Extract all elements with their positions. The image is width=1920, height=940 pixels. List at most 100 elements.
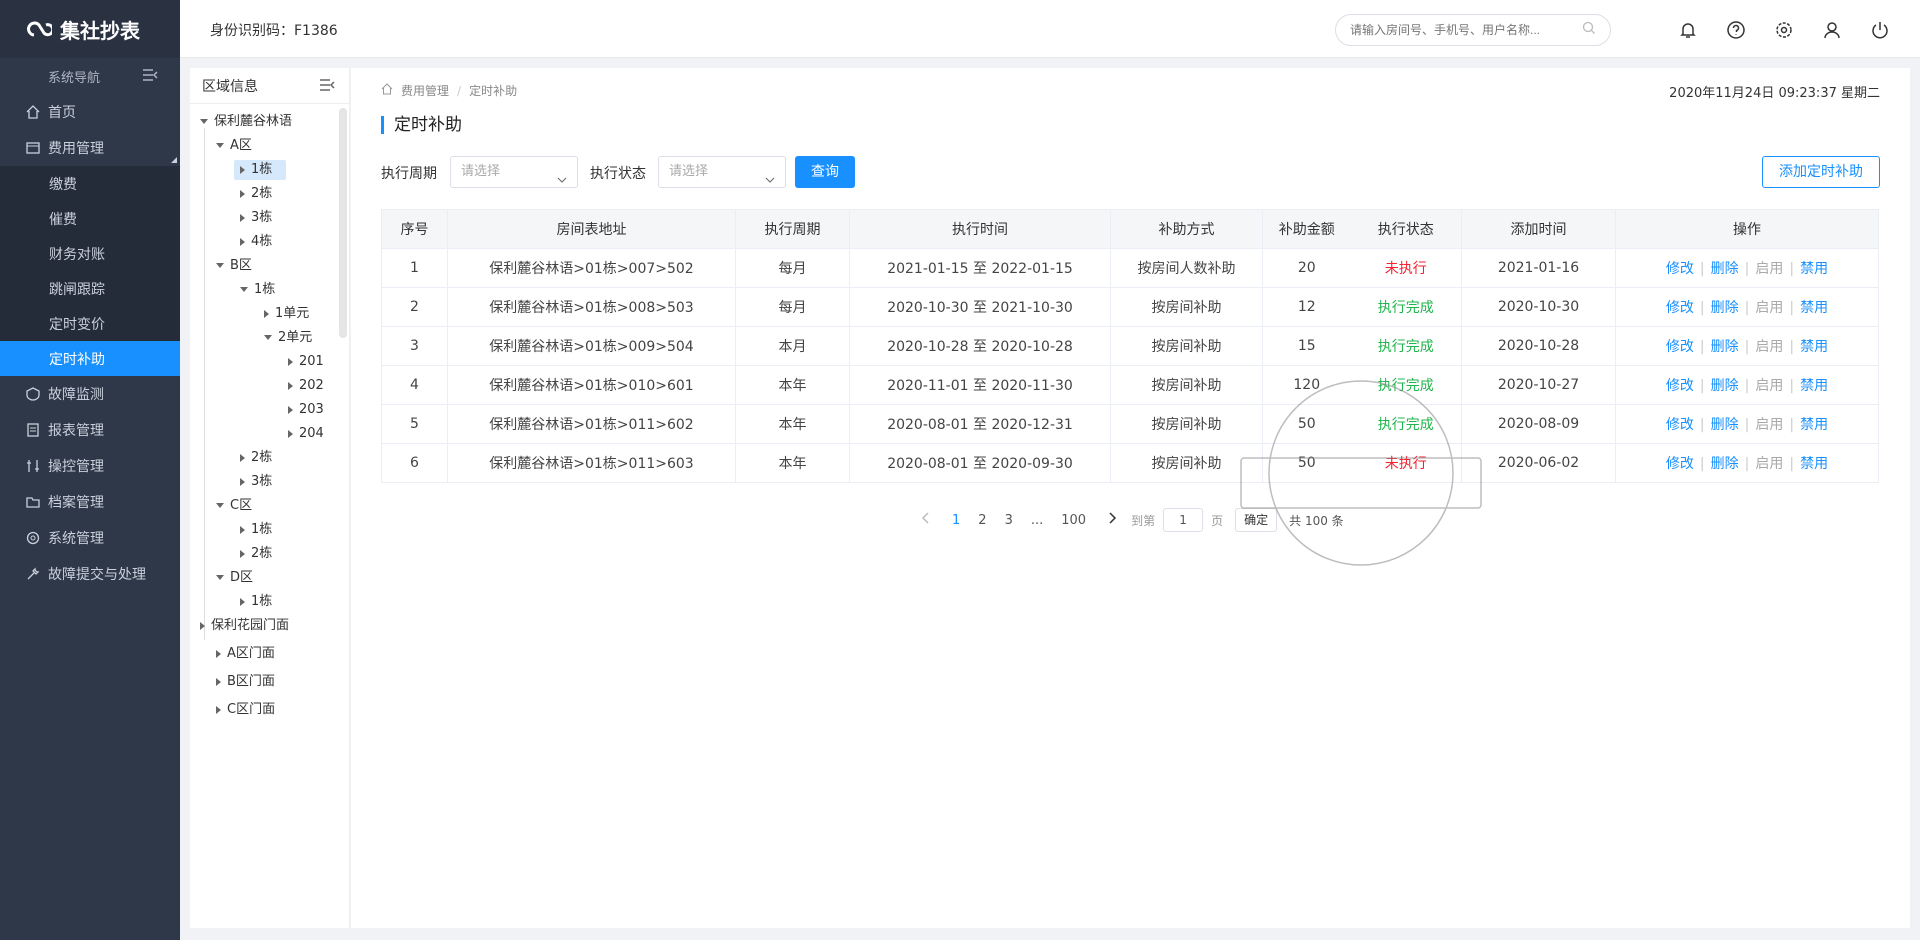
add-subsidy-button[interactable]: 添加定时补助 <box>1762 156 1880 188</box>
breadcrumb: 费用管理 / 定时补助 <box>381 82 517 99</box>
sidebar-item-control[interactable]: 操控管理 <box>0 448 180 484</box>
tree-node[interactable]: B区门面 <box>216 672 275 692</box>
tree-node[interactable]: 201 <box>288 352 324 372</box>
submenu-item-trip[interactable]: 跳闸跟踪 <box>0 271 180 306</box>
tree-node[interactable]: 2栋 <box>240 184 272 204</box>
edit-link[interactable]: 修改 <box>1666 261 1694 277</box>
tree-node[interactable]: 2栋 <box>240 544 272 564</box>
tree-node[interactable]: 1栋 <box>240 520 272 540</box>
enable-link[interactable]: 启用 <box>1755 300 1783 316</box>
enable-link[interactable]: 启用 <box>1755 339 1783 355</box>
edit-link[interactable]: 修改 <box>1666 417 1694 433</box>
delete-link[interactable]: 删除 <box>1711 378 1739 394</box>
page-number[interactable]: 3 <box>1005 513 1013 528</box>
status-select[interactable]: 请选择 <box>658 156 786 188</box>
tree-scrollbar[interactable] <box>339 108 347 338</box>
page-number[interactable]: 100 <box>1061 513 1086 528</box>
sidebar-item-home[interactable]: 首页 <box>0 94 180 130</box>
goto-confirm-button[interactable]: 确定 <box>1235 508 1278 532</box>
tree-node[interactable]: 1栋 <box>240 280 275 300</box>
table-cell: 2 <box>381 287 448 327</box>
tree-node[interactable]: 3栋 <box>240 208 272 228</box>
help-icon[interactable] <box>1726 20 1746 40</box>
sidebar-item-fee[interactable]: 费用管理 <box>0 130 180 166</box>
enable-link[interactable]: 启用 <box>1755 417 1783 433</box>
region-header: 区域信息 <box>190 68 349 104</box>
page-unit-label: 页 <box>1211 513 1224 528</box>
tree-node[interactable]: 4栋 <box>240 232 272 252</box>
disable-link[interactable]: 禁用 <box>1800 378 1828 394</box>
tree-node[interactable]: 保利麓谷林语 <box>200 112 292 132</box>
bell-icon[interactable] <box>1678 20 1698 40</box>
sidebar-item-fault-handling[interactable]: 故障提交与处理 <box>0 556 180 592</box>
tree-node[interactable]: B区 <box>216 256 252 276</box>
gear-icon[interactable] <box>1774 20 1794 40</box>
tree-node[interactable]: 203 <box>288 400 324 420</box>
disable-link[interactable]: 禁用 <box>1800 339 1828 355</box>
tree-node[interactable]: 1栋 <box>240 592 272 612</box>
submenu-item-urge[interactable]: 催费 <box>0 201 180 236</box>
edit-link[interactable]: 修改 <box>1666 378 1694 394</box>
enable-link[interactable]: 启用 <box>1755 378 1783 394</box>
tree-node[interactable]: 2单元 <box>264 328 312 348</box>
page-number[interactable]: 2 <box>978 513 986 528</box>
disable-link[interactable]: 禁用 <box>1800 300 1828 316</box>
submenu-item-pay[interactable]: 缴费 <box>0 166 180 201</box>
table-cell: 2020-08-01 至 2020-12-31 <box>849 404 1111 444</box>
tree-node[interactable]: C区门面 <box>216 700 275 720</box>
sidebar-item-label: 档案管理 <box>48 495 104 511</box>
tree-node[interactable]: 1单元 <box>264 304 309 324</box>
delete-link[interactable]: 删除 <box>1711 339 1739 355</box>
breadcrumb-item[interactable]: 费用管理 <box>401 82 449 99</box>
region-title: 区域信息 <box>202 78 258 95</box>
power-icon[interactable] <box>1870 20 1890 40</box>
submenu-item-price-change[interactable]: 定时变价 <box>0 306 180 341</box>
user-icon[interactable] <box>1822 20 1842 40</box>
disable-link[interactable]: 禁用 <box>1800 261 1828 277</box>
table-row: 2 保利麓谷林语>01栋>008>503 每月 2020-10-30 至 2021-1… <box>381 287 1879 327</box>
app-logo[interactable]: 集社抄表 <box>0 0 180 58</box>
tree-node[interactable]: 保利花园门面 <box>200 616 289 636</box>
delete-link[interactable]: 删除 <box>1711 456 1739 472</box>
delete-link[interactable]: 删除 <box>1711 261 1739 277</box>
tree-node-selected[interactable]: 1栋 <box>234 160 287 180</box>
goto-page-input[interactable]: 1 <box>1163 508 1204 532</box>
edit-link[interactable]: 修改 <box>1666 300 1694 316</box>
collapse-region-icon[interactable] <box>319 78 335 96</box>
tree-node[interactable]: 202 <box>288 376 324 396</box>
tree-node[interactable]: 2栋 <box>240 448 272 468</box>
next-page-icon[interactable] <box>1109 512 1117 528</box>
disable-link[interactable]: 禁用 <box>1800 456 1828 472</box>
tree-node[interactable]: 204 <box>288 424 324 444</box>
delete-link[interactable]: 删除 <box>1711 300 1739 316</box>
search-input[interactable] <box>1335 14 1611 46</box>
sidebar-item-report[interactable]: 报表管理 <box>0 412 180 448</box>
app-name: 集社抄表 <box>60 18 140 43</box>
collapse-nav-icon[interactable] <box>142 68 158 86</box>
period-select[interactable]: 请选择 <box>450 156 578 188</box>
tree-node[interactable]: C区 <box>216 496 252 516</box>
home-icon <box>26 105 40 119</box>
sidebar-item-fault[interactable]: 故障监测 <box>0 376 180 412</box>
search-icon[interactable] <box>1582 21 1596 39</box>
sidebar-item-archive[interactable]: 档案管理 <box>0 484 180 520</box>
page-ellipsis[interactable]: ... <box>1031 513 1043 528</box>
tree-node[interactable]: A区 <box>216 136 252 156</box>
submenu-item-subsidy[interactable]: 定时补助 <box>0 341 180 376</box>
enable-link[interactable]: 启用 <box>1755 456 1783 472</box>
prev-page-icon[interactable] <box>921 512 929 528</box>
disable-link[interactable]: 禁用 <box>1800 417 1828 433</box>
tree-node[interactable]: 3栋 <box>240 472 272 492</box>
home-icon[interactable] <box>381 83 393 98</box>
tree-node[interactable]: A区门面 <box>216 644 275 664</box>
delete-link[interactable]: 删除 <box>1711 417 1739 433</box>
page-number[interactable]: 1 <box>952 513 960 528</box>
sidebar-item-system[interactable]: 系统管理 <box>0 520 180 556</box>
table-cell: 15 <box>1262 326 1351 366</box>
submenu-item-reconcile[interactable]: 财务对账 <box>0 236 180 271</box>
enable-link[interactable]: 启用 <box>1755 261 1783 277</box>
tree-node[interactable]: D区 <box>216 568 253 588</box>
query-button[interactable]: 查询 <box>795 156 855 188</box>
edit-link[interactable]: 修改 <box>1666 339 1694 355</box>
edit-link[interactable]: 修改 <box>1666 456 1694 472</box>
